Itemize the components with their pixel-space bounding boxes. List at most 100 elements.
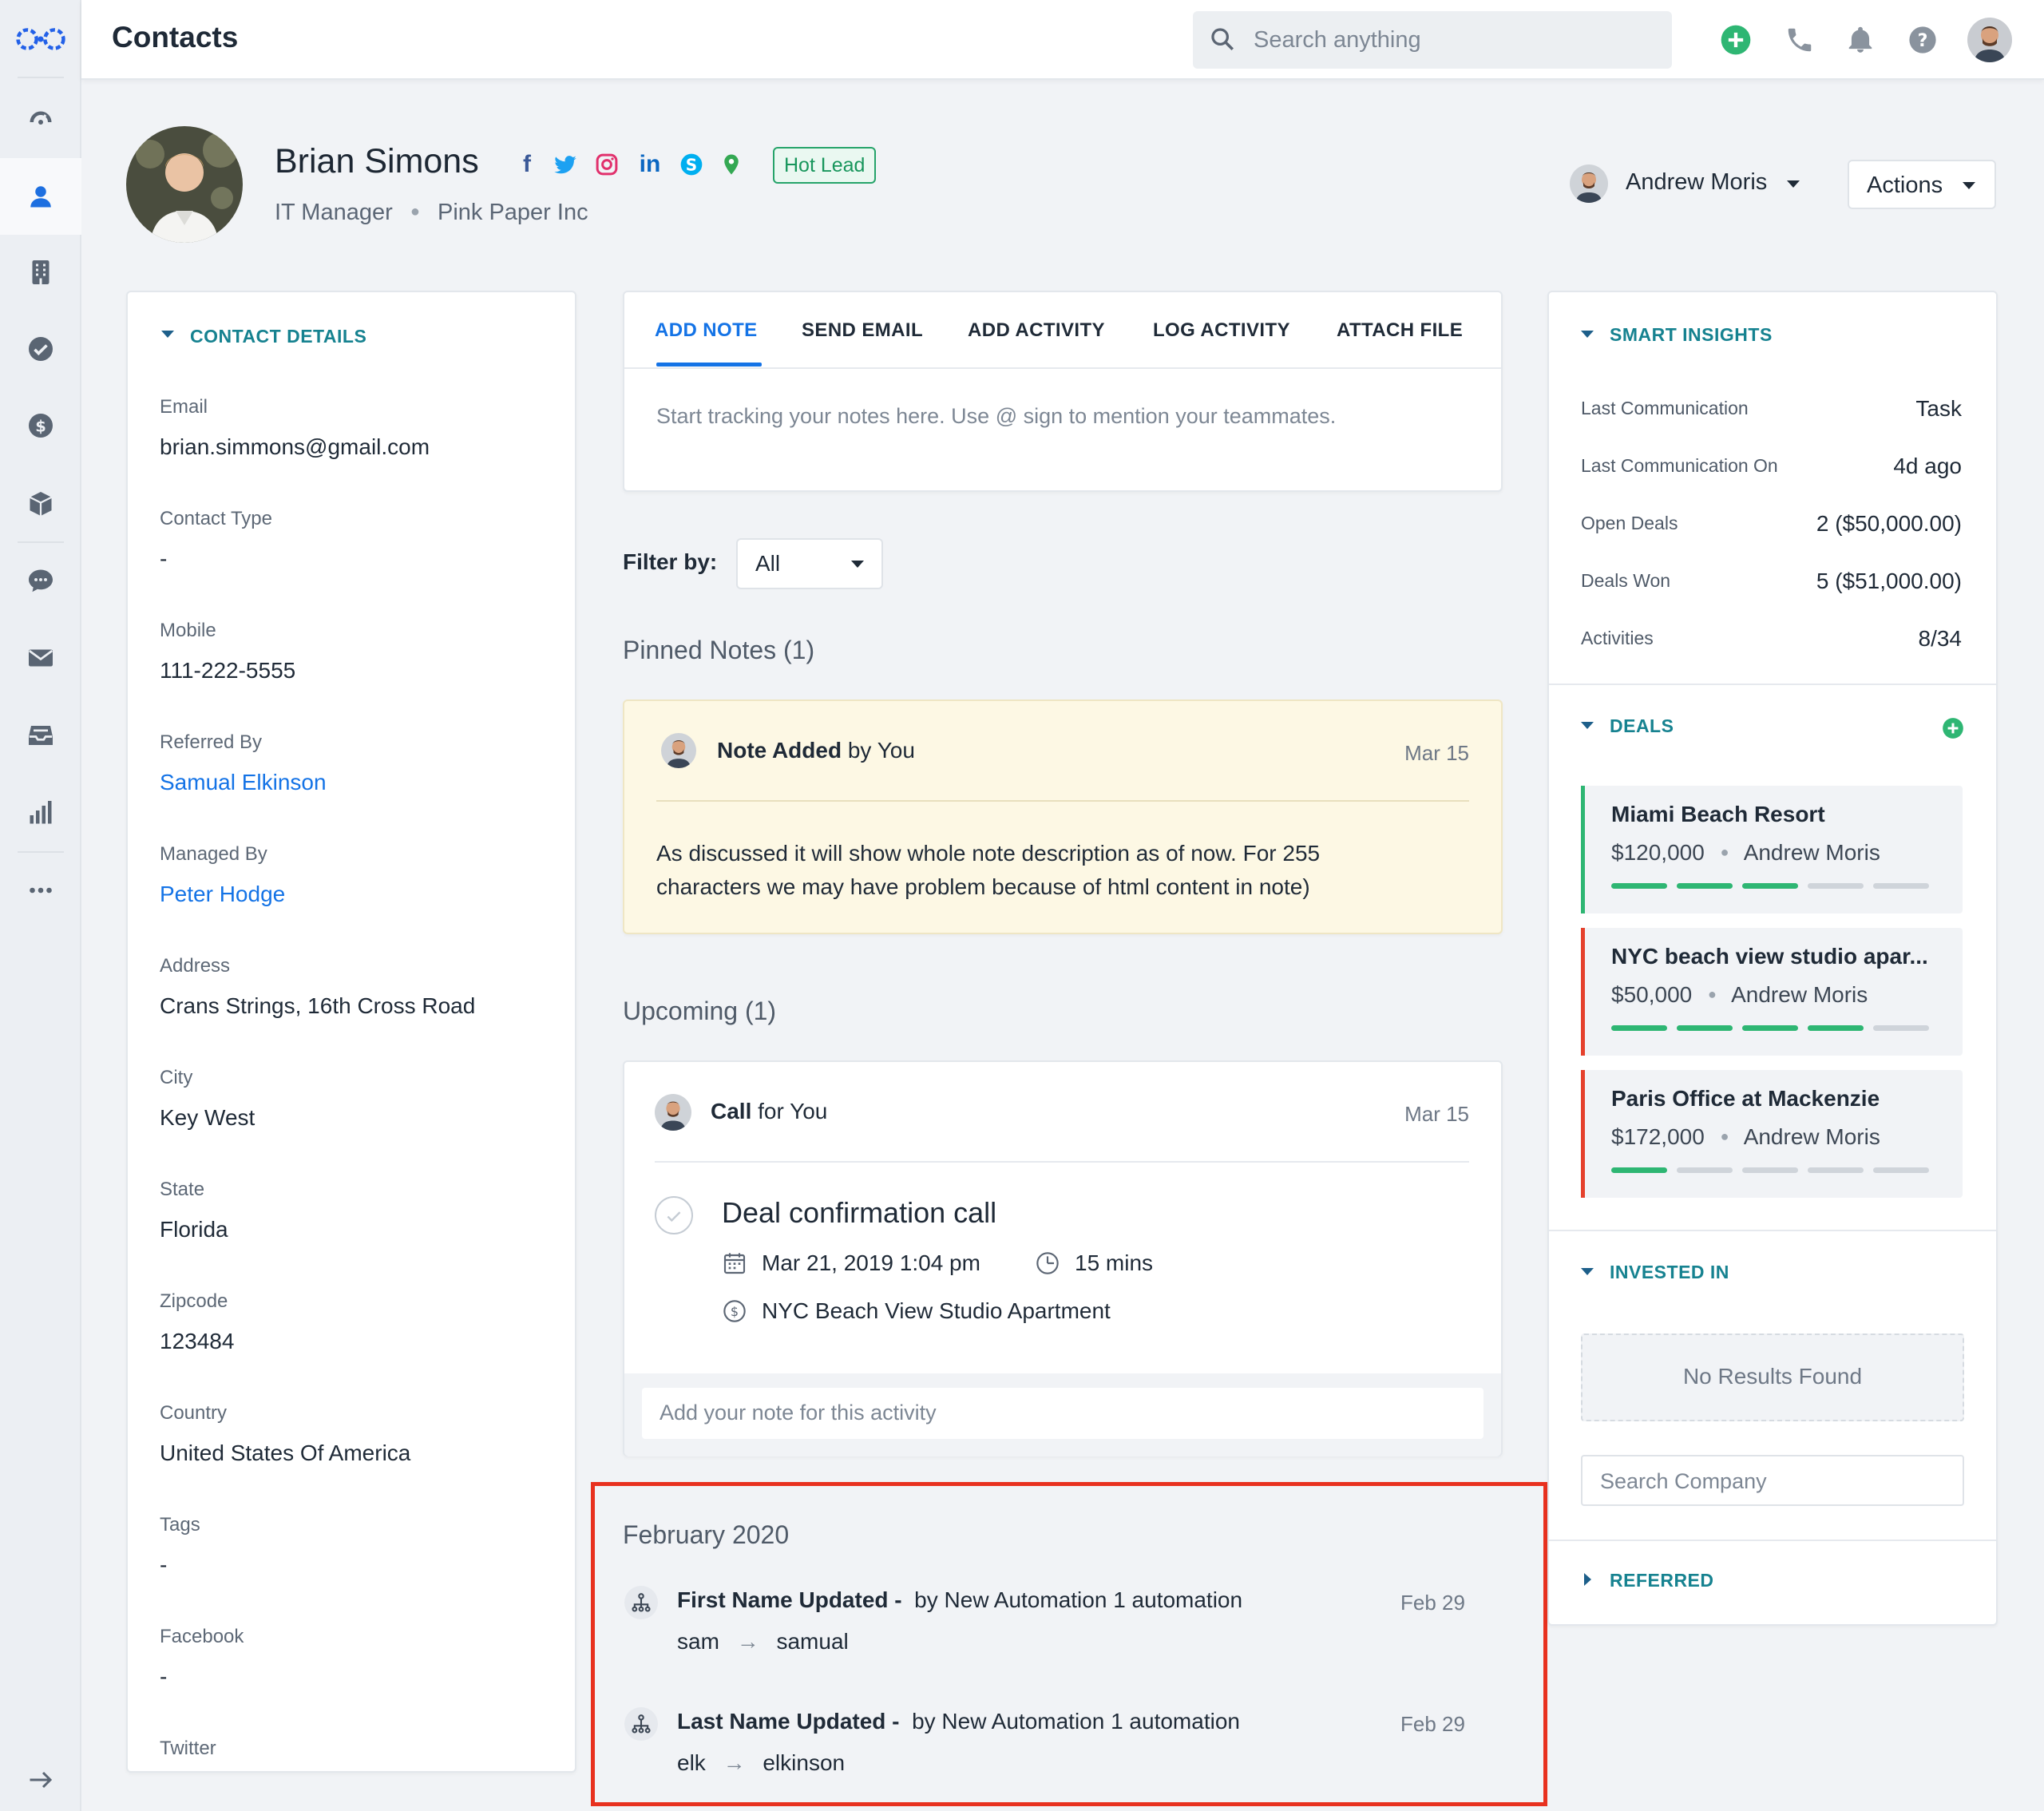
state-value[interactable]: Florida xyxy=(160,1217,228,1242)
section-divider xyxy=(1549,1540,1996,1541)
insights-collapse-chevron-icon[interactable] xyxy=(1581,331,1594,338)
actions-label: Actions xyxy=(1867,172,1943,198)
address-value[interactable]: Crans Strings, 16th Cross Road xyxy=(160,993,475,1019)
country-value[interactable]: United States Of America xyxy=(160,1440,410,1466)
deal-stage-segment xyxy=(1611,883,1667,889)
referred-by-link[interactable]: Samual Elkinson xyxy=(160,770,327,795)
phone-icon[interactable] xyxy=(1782,22,1817,57)
collapse-chevron-icon[interactable] xyxy=(161,331,174,338)
facebook-value[interactable]: - xyxy=(160,1664,167,1690)
activity-note-input[interactable]: Add your note for this activity xyxy=(642,1388,1483,1439)
activity-related-deal[interactable]: NYC Beach View Studio Apartment xyxy=(762,1298,1111,1324)
deal-dollar-icon: $ xyxy=(723,1300,746,1322)
tasks-check-icon[interactable] xyxy=(21,329,61,369)
dashboard-icon[interactable] xyxy=(21,97,61,137)
mobile-value[interactable]: 111-222-5555 xyxy=(160,658,295,684)
referred-expand-chevron-icon[interactable] xyxy=(1584,1573,1591,1586)
deals-title[interactable]: DEALS xyxy=(1610,715,1674,737)
insight-value-deals-won: 5 ($51,000.00) xyxy=(1816,569,1962,593)
invested-in-title[interactable]: INVESTED IN xyxy=(1610,1262,1729,1283)
search-company-input[interactable]: Search Company xyxy=(1581,1455,1964,1506)
deal-card[interactable]: Paris Office at Mackenzie $172,000 ● And… xyxy=(1581,1070,1963,1198)
products-box-icon[interactable] xyxy=(21,484,61,524)
filter-select[interactable]: All xyxy=(736,538,883,589)
tags-value[interactable]: - xyxy=(160,1552,167,1578)
deal-stage-segment xyxy=(1742,883,1798,889)
activity-owner-avatar xyxy=(655,1094,691,1131)
inbox-tray-icon[interactable] xyxy=(21,715,61,755)
tab-send-email[interactable]: SEND EMAIL xyxy=(802,319,923,342)
app-logo-icon[interactable] xyxy=(11,19,70,59)
notifications-bell-icon[interactable] xyxy=(1843,22,1878,57)
filter-value: All xyxy=(755,551,781,576)
instagram-icon[interactable] xyxy=(592,150,621,179)
invested-collapse-chevron-icon[interactable] xyxy=(1581,1268,1594,1275)
managed-by-label: Managed By xyxy=(160,843,267,865)
help-question-icon[interactable]: ? xyxy=(1905,22,1940,57)
contact-details-card: CONTACT DETAILS Email brian.simmons@gmai… xyxy=(126,291,576,1773)
no-results-text: No Results Found xyxy=(1682,1364,1863,1389)
pinned-note-card[interactable]: Note Added by You Mar 15 As discussed it… xyxy=(623,699,1503,934)
mail-envelope-icon[interactable] xyxy=(21,638,61,678)
contact-details-title[interactable]: CONTACT DETAILS xyxy=(190,326,366,347)
deal-status-bar xyxy=(1581,786,1585,913)
facebook-icon[interactable]: f xyxy=(513,150,541,179)
managed-by-link[interactable]: Peter Hodge xyxy=(160,882,285,907)
deal-stage-segment xyxy=(1677,1025,1733,1031)
note-input-placeholder[interactable]: Start tracking your notes here. Use @ si… xyxy=(656,404,1336,429)
timeline-item-1-title: First Name Updated - xyxy=(677,1587,902,1612)
arrow-right-icon: → xyxy=(736,1629,759,1654)
tab-add-activity[interactable]: ADD ACTIVITY xyxy=(968,319,1105,342)
section-divider xyxy=(1549,684,1996,685)
location-pin-icon[interactable] xyxy=(717,150,746,179)
svg-text:?: ? xyxy=(1918,30,1928,51)
contact-type-value[interactable]: - xyxy=(160,546,167,572)
city-value[interactable]: Key West xyxy=(160,1105,255,1131)
upcoming-heading: Upcoming (1) xyxy=(623,997,777,1025)
add-deal-plus-icon[interactable] xyxy=(1942,717,1964,739)
skype-icon[interactable]: S xyxy=(677,150,706,179)
activity-date: Mar 15 xyxy=(1404,1102,1469,1126)
deal-amount: $172,000 xyxy=(1611,1124,1705,1149)
deal-card[interactable]: Miami Beach Resort $120,000 ● Andrew Mor… xyxy=(1581,786,1963,913)
deal-card[interactable]: NYC beach view studio apar... $50,000 ● … xyxy=(1581,928,1963,1056)
accounts-building-icon[interactable] xyxy=(21,252,61,292)
global-search-input[interactable]: Search anything xyxy=(1193,11,1672,69)
tab-add-note[interactable]: ADD NOTE xyxy=(655,319,758,342)
note-body-line-1: As discussed it will show whole note des… xyxy=(656,841,1321,866)
contacts-icon[interactable] xyxy=(21,176,61,216)
zipcode-value[interactable]: 123484 xyxy=(160,1329,234,1354)
pinned-notes-heading: Pinned Notes (1) xyxy=(623,636,815,664)
user-avatar-icon[interactable] xyxy=(1967,18,2012,62)
complete-activity-checkbox[interactable] xyxy=(655,1196,693,1234)
insight-label-last-communication: Last Communication xyxy=(1581,398,1749,418)
tab-log-activity[interactable]: LOG ACTIVITY xyxy=(1153,319,1290,342)
actions-button[interactable]: Actions xyxy=(1848,160,1996,209)
upcoming-activity-card: Call for You Mar 15 Deal confirmation ca… xyxy=(623,1060,1503,1456)
deals-dollar-icon[interactable]: $ xyxy=(21,406,61,446)
timeline-item-1-change: sam → samual xyxy=(677,1629,849,1654)
contact-job-title: IT Manager xyxy=(275,200,393,225)
more-ellipsis-icon[interactable] xyxy=(21,870,61,910)
referred-title[interactable]: REFERRED xyxy=(1610,1570,1714,1591)
note-author-avatar xyxy=(661,733,696,768)
deals-collapse-chevron-icon[interactable] xyxy=(1581,722,1594,729)
timeline-item-2-from: elk xyxy=(677,1750,706,1775)
twitter-icon[interactable] xyxy=(551,150,580,179)
deal-stage-segment xyxy=(1677,883,1733,889)
email-label: Email xyxy=(160,396,208,418)
address-label: Address xyxy=(160,955,231,977)
reports-bar-chart-icon[interactable] xyxy=(21,793,61,833)
expand-arrow-right-icon[interactable] xyxy=(21,1760,61,1800)
chat-bubble-icon[interactable] xyxy=(21,561,61,600)
linkedin-icon[interactable]: in xyxy=(636,150,664,179)
activity-type: Call xyxy=(711,1099,752,1123)
activity-title[interactable]: Deal confirmation call xyxy=(722,1196,996,1230)
svg-text:S: S xyxy=(686,155,697,174)
deal-name: Miami Beach Resort xyxy=(1611,802,1825,826)
add-new-plus-icon[interactable] xyxy=(1718,22,1753,57)
tab-attach-file[interactable]: ATTACH FILE xyxy=(1337,319,1463,342)
email-value[interactable]: brian.simmons@gmail.com xyxy=(160,434,430,460)
note-divider xyxy=(656,800,1469,802)
smart-insights-title[interactable]: SMART INSIGHTS xyxy=(1610,324,1773,346)
